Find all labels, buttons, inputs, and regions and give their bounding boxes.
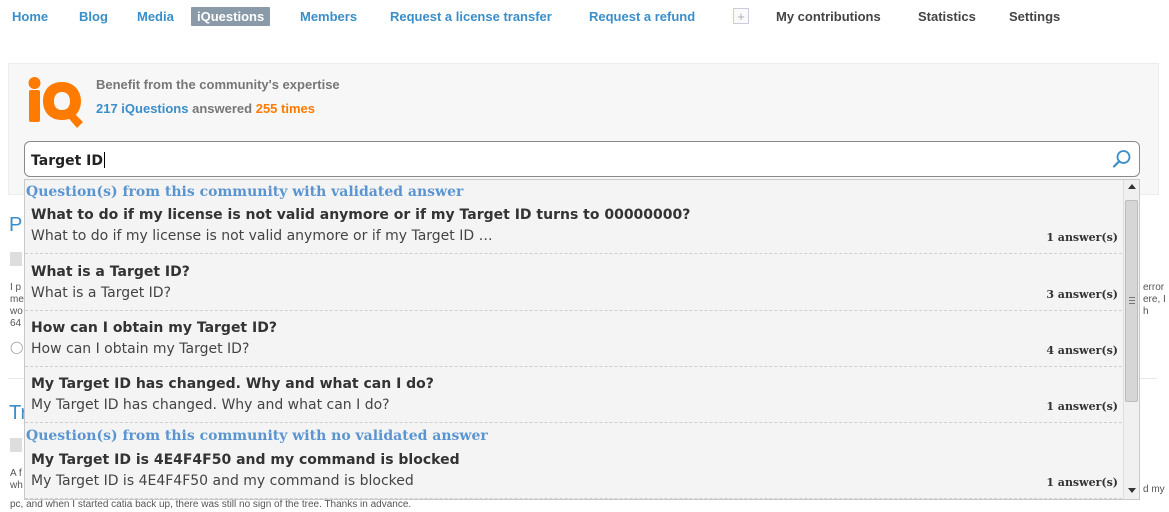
- answer-count: 3 answer(s): [1046, 288, 1118, 301]
- suggestion-excerpt: What is a Target ID?: [31, 285, 171, 301]
- suggestion-title: What to do if my license is not valid an…: [31, 207, 691, 223]
- suggestion-item[interactable]: My Target ID is 4E4F4F50 and my command …: [25, 449, 1122, 499]
- post-text: h: [1143, 306, 1149, 317]
- dropdown-scrollbar[interactable]: [1123, 180, 1139, 499]
- scroll-down-arrow-icon[interactable]: [1128, 488, 1136, 493]
- search-suggestions: Question(s) from this community with val…: [24, 179, 1140, 500]
- suggestion-item[interactable]: How can I obtain my Target ID? How can I…: [25, 317, 1122, 367]
- search-input-value: Target ID: [31, 152, 106, 169]
- suggestion-title: My Target ID has changed. Why and what c…: [31, 376, 434, 392]
- suggestion-excerpt: What to do if my license is not valid an…: [31, 228, 493, 244]
- nav-license-transfer[interactable]: Request a license transfer: [390, 9, 552, 24]
- answer-count: 1 answer(s): [1046, 476, 1118, 489]
- comment-icon: ◯: [10, 340, 24, 354]
- answered-label: answered: [192, 101, 253, 116]
- community-tagline: Benefit from the community's expertise: [96, 77, 340, 92]
- add-tab-icon[interactable]: +: [733, 8, 749, 24]
- nav-media[interactable]: Media: [137, 9, 174, 24]
- suggestion-excerpt: How can I obtain my Target ID?: [31, 341, 250, 357]
- post-text: wo: [10, 306, 23, 317]
- suggestion-title: What is a Target ID?: [31, 264, 190, 280]
- validated-section-header: Question(s) from this community with val…: [26, 184, 464, 200]
- unvalidated-section-header: Question(s) from this community with no …: [26, 428, 488, 444]
- nav-blog[interactable]: Blog: [79, 9, 108, 24]
- suggestion-item[interactable]: What is a Target ID? What is a Target ID…: [25, 261, 1122, 311]
- scroll-thumb[interactable]: [1125, 200, 1138, 402]
- post-text: pc, and when I started catia back up, th…: [10, 499, 412, 510]
- suggestion-item[interactable]: My Target ID has changed. Why and what c…: [25, 373, 1122, 423]
- post-text: I p: [10, 282, 22, 293]
- post-text: wh: [10, 480, 23, 491]
- questions-count[interactable]: 217 iQuestions: [96, 101, 188, 116]
- answers-count: 255 times: [255, 101, 315, 116]
- suggestion-excerpt: My Target ID is 4E4F4F50 and my command …: [31, 473, 414, 489]
- post-text: ere, I: [1143, 294, 1166, 305]
- nav-refund[interactable]: Request a refund: [589, 9, 695, 24]
- post-text: 64: [10, 318, 22, 329]
- nav-statistics[interactable]: Statistics: [918, 9, 976, 24]
- suggestion-excerpt: My Target ID has changed. Why and what c…: [31, 397, 390, 413]
- answer-count: 1 answer(s): [1046, 400, 1118, 413]
- answer-count: 4 answer(s): [1046, 344, 1118, 357]
- search-input[interactable]: [24, 141, 1140, 177]
- nav-members[interactable]: Members: [300, 9, 357, 24]
- community-stats: 217 iQuestions answered 255 times: [96, 101, 315, 116]
- scroll-up-arrow-icon[interactable]: [1128, 184, 1136, 189]
- nav-settings[interactable]: Settings: [1009, 9, 1060, 24]
- post-title-1[interactable]: P: [9, 214, 22, 237]
- avatar: [10, 438, 22, 452]
- avatar: [10, 252, 22, 266]
- iq-logo-icon: [28, 77, 83, 128]
- post-text: me: [10, 294, 24, 305]
- post-text: A f: [10, 468, 22, 479]
- search-icon[interactable]: [1112, 149, 1132, 169]
- suggestion-title: My Target ID is 4E4F4F50 and my command …: [31, 452, 460, 468]
- nav-iquestions[interactable]: iQuestions: [191, 7, 271, 26]
- nav-my-contributions[interactable]: My contributions: [776, 9, 881, 24]
- post-text: error: [1143, 282, 1165, 293]
- answer-count: 1 answer(s): [1046, 231, 1118, 244]
- post-text: d my: [1143, 484, 1165, 495]
- top-nav: Home Blog Media iQuestions Members Reque…: [0, 0, 1169, 34]
- suggestion-item[interactable]: What to do if my license is not valid an…: [25, 204, 1122, 254]
- nav-home[interactable]: Home: [12, 9, 48, 24]
- suggestion-title: How can I obtain my Target ID?: [31, 320, 277, 336]
